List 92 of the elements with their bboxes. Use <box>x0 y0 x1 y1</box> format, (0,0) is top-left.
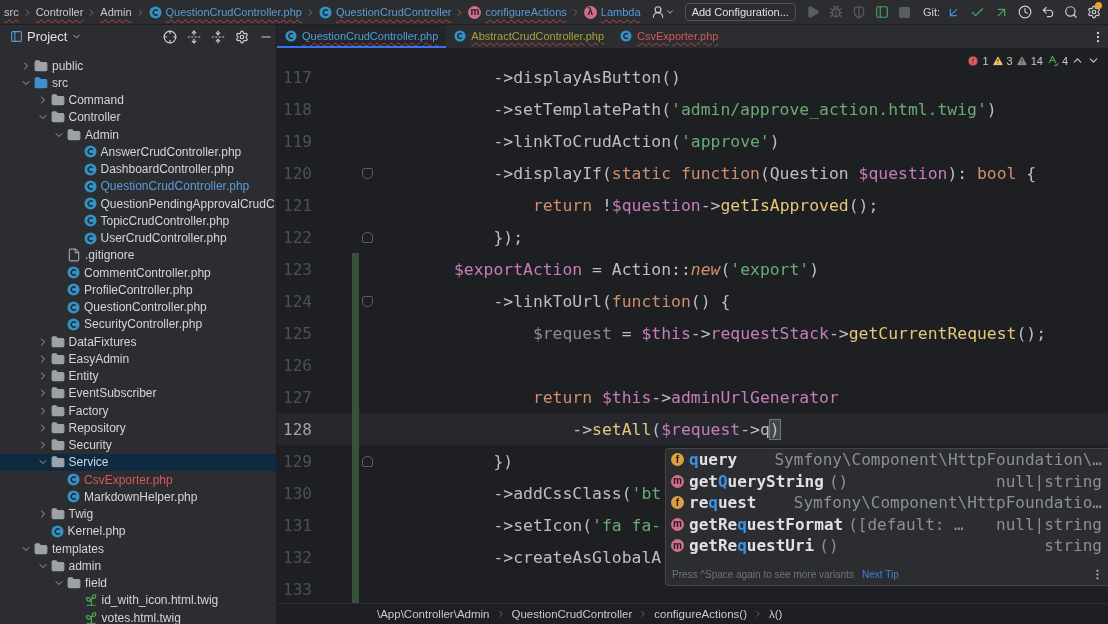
hint-text: Press ^Space again to see more variants <box>672 569 854 580</box>
code-line: ->displayAsButton() <box>492 67 681 87</box>
tree-item[interactable]: AnswerCrudController.php <box>0 143 276 161</box>
tree-item[interactable]: SecurityController.php <box>0 315 276 333</box>
editor-tab[interactable]: QuestionCrudController.php <box>277 25 447 48</box>
code-line: }) <box>492 451 514 471</box>
code-line: ->setAll($request->q) <box>571 419 780 439</box>
completion-item[interactable]: f request Symfony\Component\HttpFoundatio… <box>666 492 1108 514</box>
add-configuration-button[interactable]: Add Configuration... <box>684 3 796 21</box>
tree-item[interactable]: CsvExporter.php <box>0 471 276 489</box>
tree-item[interactable]: EasyAdmin <box>0 350 276 368</box>
breadcrumb[interactable]: src <box>4 6 19 18</box>
error-count: 1 <box>982 54 989 67</box>
tree-item[interactable]: Kernel.php <box>0 522 276 540</box>
warning-count: 3 <box>1006 54 1013 67</box>
tree-item[interactable]: ProfileController.php <box>0 281 276 299</box>
completion-item[interactable]: m getRequestFormat ([default: … null|string <box>666 513 1108 535</box>
editor-tab[interactable]: AbstractCrudController.php <box>446 25 613 48</box>
typo-count: 4 <box>1061 54 1068 67</box>
tree-item[interactable]: admin <box>0 557 276 575</box>
type-label: string <box>1043 536 1102 556</box>
parameters: () <box>819 536 839 556</box>
badge-icon: m <box>671 517 684 531</box>
breadcrumb[interactable]: Controller <box>35 6 84 18</box>
tree-item[interactable]: Service <box>0 453 276 471</box>
tree-item[interactable]: votes.html.twig <box>0 609 276 624</box>
panel-title[interactable]: Project <box>27 29 68 44</box>
tree-item[interactable]: src <box>0 74 276 92</box>
type-label: null|string <box>995 514 1102 534</box>
badge-icon: m <box>671 474 684 488</box>
tree-item[interactable]: TopicCrudController.php <box>0 212 276 230</box>
completion-item[interactable]: m getQueryString () null|string <box>666 470 1108 492</box>
breadcrumb[interactable]: QuestionCrudController <box>335 6 452 18</box>
breadcrumb[interactable]: QuestionCrudController <box>511 608 633 620</box>
tree-item[interactable]: Controller <box>0 108 276 126</box>
code-line: return !$question->getIsApproved(); <box>531 195 879 215</box>
tree-item[interactable]: Factory <box>0 402 276 420</box>
next-tip-link[interactable]: Next Tip <box>862 569 899 580</box>
tree-item[interactable]: QuestionCrudController.php <box>0 177 276 195</box>
completion-item[interactable]: f query Symfony\Component\HttpFoundation\… <box>666 449 1108 471</box>
code-line: ->linkToCrudAction('approve') <box>492 131 780 151</box>
tree-item[interactable]: DataFixtures <box>0 333 276 351</box>
tree-item[interactable]: templates <box>0 540 276 558</box>
code-line: ->setTemplatePath('admin/approve_action.html.twig') <box>492 99 997 119</box>
badge-icon: m <box>671 539 684 553</box>
parameters: ([default: … <box>848 514 964 534</box>
completion-item[interactable]: m getRequestUri () string <box>666 535 1108 557</box>
parameters: () <box>828 471 849 491</box>
breadcrumb[interactable]: configureActions() <box>654 608 747 620</box>
badge-icon: λ <box>583 5 597 19</box>
type-label: Symfony\Component\HttpFoundatio… <box>792 493 1102 513</box>
tree-item[interactable]: Command <box>0 91 276 109</box>
tree-item[interactable]: EventSubscriber <box>0 384 276 402</box>
code-line: ->createAsGlobalA <box>492 547 662 567</box>
line-number: 128 <box>282 419 313 439</box>
tree-item[interactable]: MarkdownHelper.php <box>0 488 276 506</box>
code-line: ->addCssClass('bt <box>492 483 662 503</box>
code-line: }); <box>492 227 524 247</box>
weak-warning-count: 14 <box>1030 54 1043 67</box>
tree-item[interactable]: QuestionPendingApprovalCrudC <box>0 195 276 213</box>
tree-item[interactable]: field <box>0 574 276 592</box>
tree-item[interactable]: id_with_icon.html.twig <box>0 591 276 609</box>
type-label: Symfony\Component\HttpFoundation\… <box>773 450 1102 470</box>
breadcrumb[interactable]: configureActions <box>485 6 567 18</box>
tree-item[interactable]: DashboardController.php <box>0 160 276 178</box>
code-line: ->linkToUrl(function() { <box>492 291 731 311</box>
code-line: ->displayIf(static function(Question $question): bool { <box>492 163 1037 183</box>
tree-item[interactable]: Twig <box>0 505 276 523</box>
tree-item[interactable]: Entity <box>0 367 276 385</box>
type-label: null|string <box>995 471 1102 491</box>
badge-icon: f <box>671 453 684 467</box>
tree-item[interactable]: QuestionController.php <box>0 298 276 316</box>
tree-item[interactable]: Repository <box>0 419 276 437</box>
breadcrumb[interactable]: Admin <box>100 6 132 18</box>
tree-item[interactable]: .gitignore <box>0 246 276 264</box>
breadcrumb[interactable]: \App\Controller\Admin <box>377 608 490 620</box>
breadcrumb[interactable]: λ() <box>769 608 783 620</box>
editor-tab[interactable]: CsvExporter.php <box>612 25 727 48</box>
tree-item[interactable]: public <box>0 57 276 75</box>
code-line: ->setIcon('fa fa- <box>492 515 662 535</box>
badge-icon: f <box>671 496 684 510</box>
tree-item[interactable]: UserCrudController.php <box>0 229 276 247</box>
breadcrumb[interactable]: QuestionCrudController.php <box>165 6 302 18</box>
code-line: $request = $this->requestStack->getCurrentRequest(); <box>531 323 1047 343</box>
git-label: Git: <box>922 6 940 18</box>
badge-icon: m <box>468 5 482 19</box>
tree-item[interactable]: CommentController.php <box>0 264 276 282</box>
breadcrumb[interactable]: Lambda <box>600 6 641 18</box>
tree-item[interactable]: Security <box>0 436 276 454</box>
code-line: $exportAction = Action::new('export') <box>452 259 820 279</box>
code-line: return $this->adminUrlGenerator <box>531 387 839 407</box>
tree-item[interactable]: Admin <box>0 126 276 144</box>
